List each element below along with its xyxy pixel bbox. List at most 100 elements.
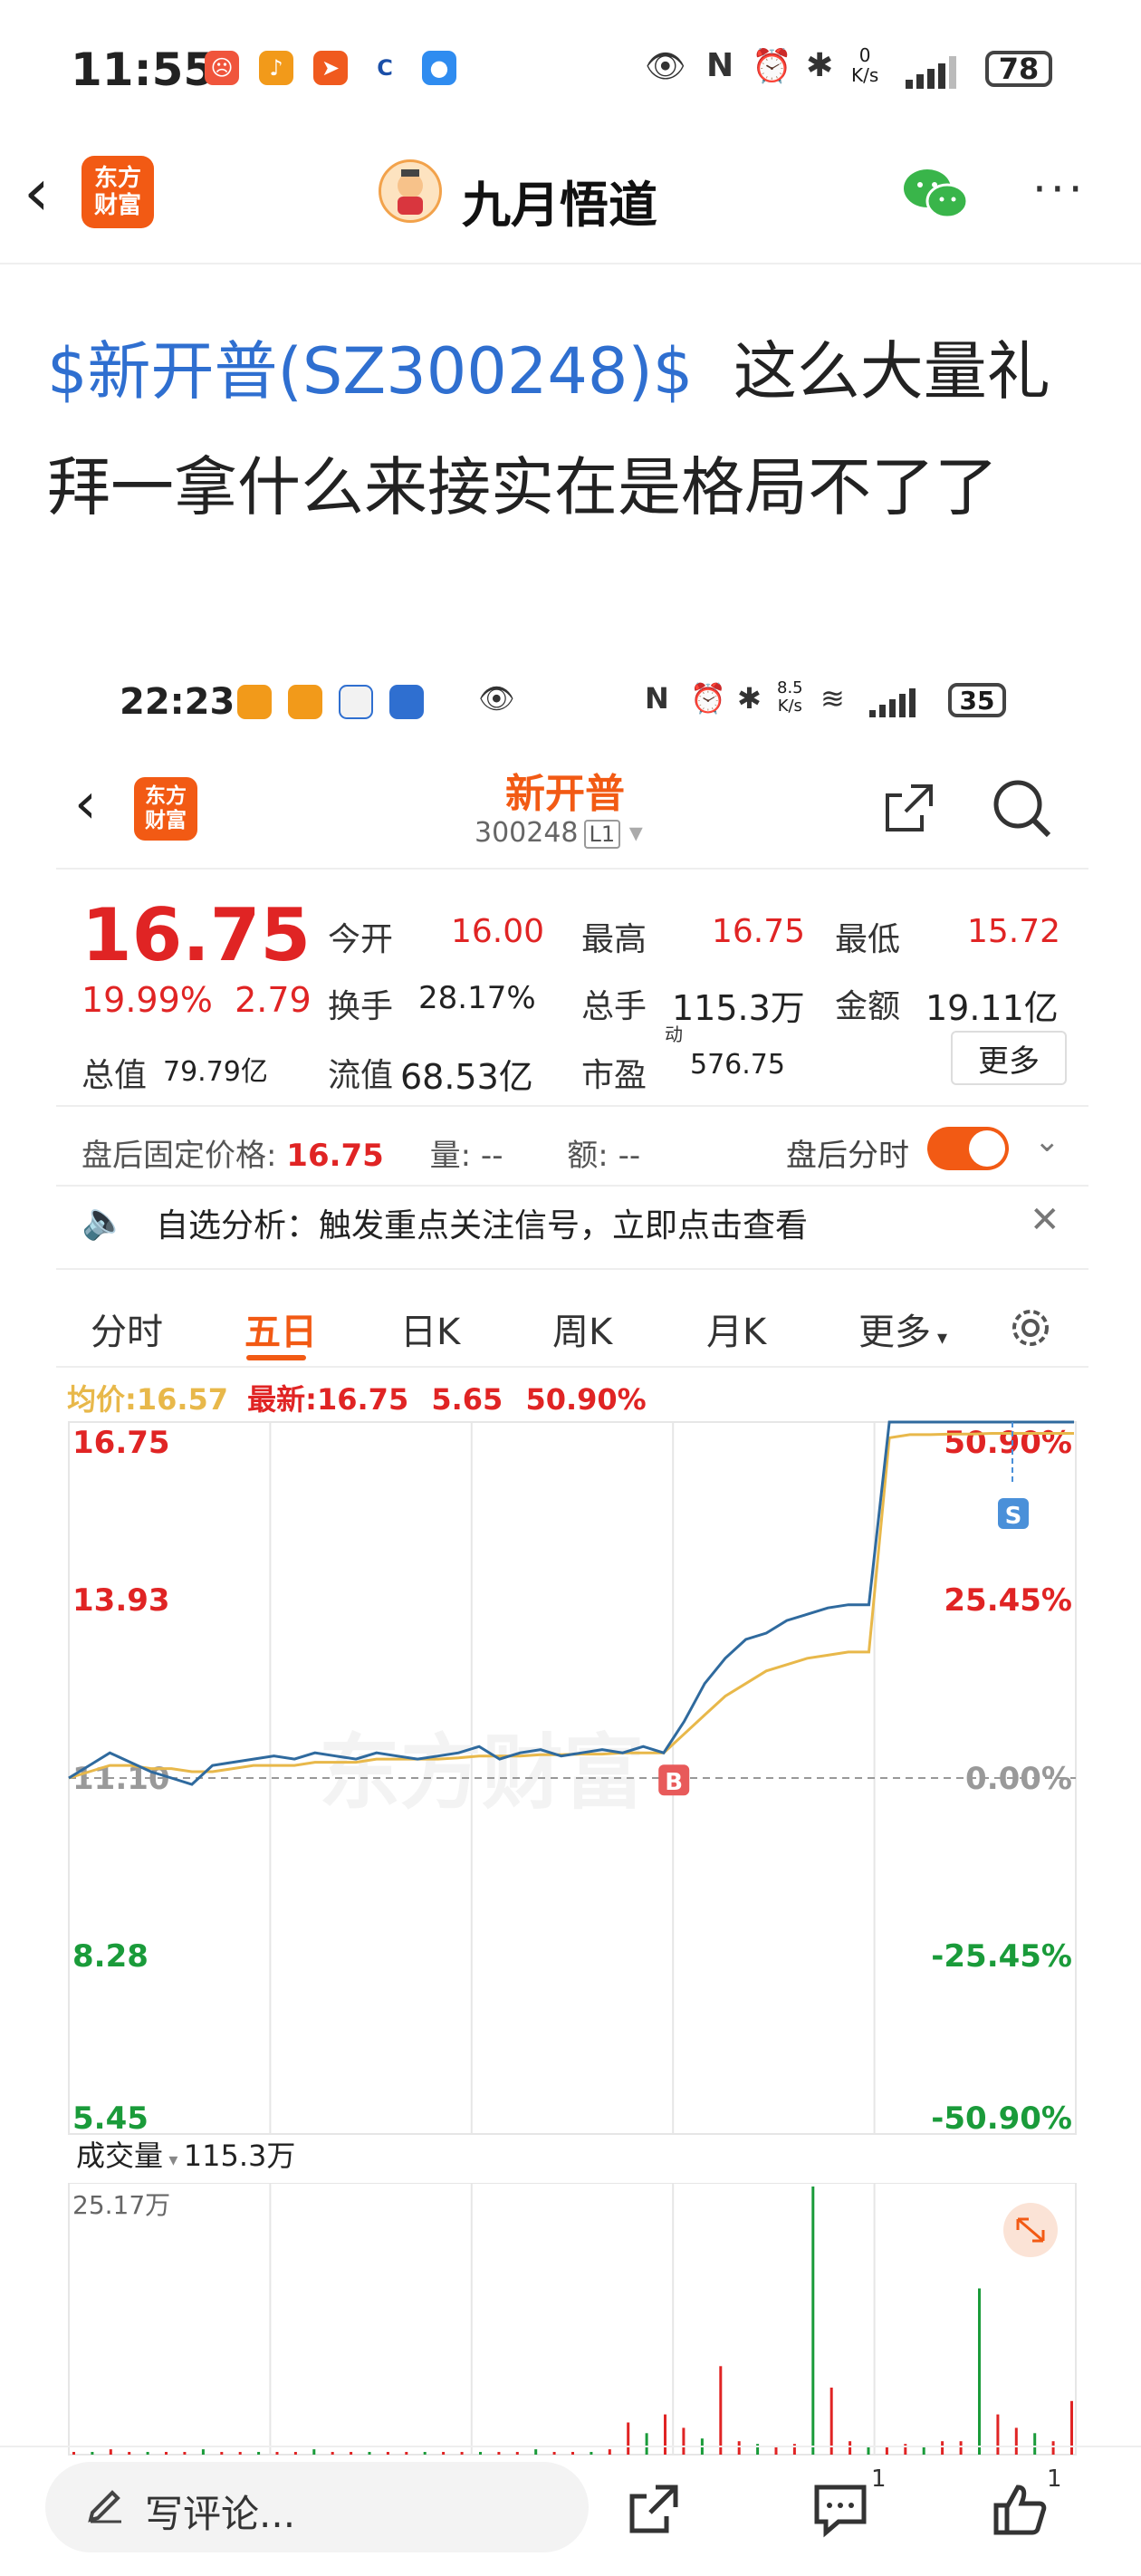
change-amount: 2.79 xyxy=(235,980,312,1020)
volume-bar xyxy=(885,2446,888,2455)
comment-icon[interactable] xyxy=(811,2480,869,2538)
volume-bar xyxy=(109,2449,112,2455)
divider xyxy=(56,868,1088,870)
volume-bar xyxy=(978,2288,981,2455)
quote-label: 金额 xyxy=(835,988,901,1025)
divider xyxy=(56,1185,1088,1187)
wifi-icon: ≋ xyxy=(820,681,845,716)
back-button[interactable]: ‹ xyxy=(74,770,97,836)
alert-banner[interactable]: 自选分析：触发重点关注信号，立即点击查看 xyxy=(156,1199,808,1246)
quote-value: 79.79亿 xyxy=(163,1056,268,1088)
volume-bar xyxy=(941,2441,944,2455)
more-quote-button[interactable]: 更多 xyxy=(951,1031,1067,1085)
volume-bar xyxy=(552,2452,556,2455)
volume-bar xyxy=(331,2452,334,2455)
stock-code[interactable]: 300248 L1 ▾ xyxy=(475,817,643,849)
status-time: 11:55 xyxy=(71,43,216,96)
more-options-icon[interactable]: ··· xyxy=(1032,163,1087,216)
price-chart[interactable]: 东方财富16.75 50.90%13.93 25.45%11.10 0.00%8.28… xyxy=(56,1420,1088,2136)
volume-bar xyxy=(275,2452,279,2455)
app-logo[interactable]: 东方 财富 xyxy=(134,777,197,841)
stock-tag-link[interactable]: $新开普(SZ300248)$ xyxy=(47,334,693,409)
current-price: 16.75 xyxy=(82,893,312,977)
after-hours-label: 盘后固定价格: xyxy=(82,1138,277,1174)
volume-bar xyxy=(1051,2441,1055,2455)
quote-value: 68.53亿 xyxy=(400,1057,533,1097)
y-tick-label-pct: 0.00% xyxy=(965,1761,1072,1797)
quote-label: 最低 xyxy=(835,921,901,958)
volume-bar xyxy=(571,2452,574,2455)
nfc-icon: N xyxy=(645,681,669,716)
volume-bar xyxy=(293,2452,297,2455)
volume-header[interactable]: 成交量 ▾ 115.3万 xyxy=(76,2133,295,2175)
app-notification-icon: ➤ xyxy=(313,51,348,85)
volume-total: 115.3万 xyxy=(183,2139,296,2173)
chevron-down-icon: ▾ xyxy=(628,817,643,849)
like-icon[interactable] xyxy=(991,2480,1049,2538)
after-hours-toggle-label: 盘后分时 xyxy=(786,1138,909,1174)
volume-frame xyxy=(68,2183,1077,2456)
volume-label: 量: xyxy=(429,1138,472,1174)
chevron-down-icon[interactable]: ⌄ xyxy=(1034,1123,1060,1159)
volume-bar xyxy=(128,2452,131,2455)
volume-bar xyxy=(165,2452,168,2455)
y-tick-label-pct: -25.45% xyxy=(931,1938,1072,1975)
tab-more[interactable]: 更多 ▾ xyxy=(858,1302,947,1355)
y-tick-label-pct: 25.45% xyxy=(944,1582,1072,1619)
tab-monthly-k[interactable]: 月K xyxy=(706,1302,766,1355)
wechat-share-icon[interactable] xyxy=(902,167,969,221)
volume-bar xyxy=(460,2452,464,2455)
volume-bar xyxy=(534,2449,538,2455)
tab-weekly-k[interactable]: 周K xyxy=(552,1302,612,1355)
close-icon[interactable]: ✕ xyxy=(1030,1199,1060,1241)
quote-label: 市盈 xyxy=(581,1057,647,1094)
quote-value: 19.11亿 xyxy=(925,988,1059,1028)
comment-input[interactable] xyxy=(45,2462,589,2552)
volume-bar xyxy=(737,2441,741,2455)
share-icon[interactable] xyxy=(625,2480,683,2538)
after-hours-toggle[interactable] xyxy=(927,1127,1009,1170)
app-notification-icon xyxy=(237,685,272,719)
latest-change: 5.65 xyxy=(431,1382,503,1417)
gear-icon[interactable] xyxy=(1005,1302,1056,1353)
speaker-icon: 🔈 xyxy=(82,1200,127,1242)
embedded-screenshot[interactable]: 22:23 👁 N ⏰ ✱ 8.5 K/s ≋ 35 ‹ 东方 财富 新开普 3… xyxy=(56,652,1088,2464)
volume-bar xyxy=(146,2452,149,2455)
comment-placeholder: 写评论... xyxy=(145,2492,296,2536)
quote-label: 最高 xyxy=(581,921,647,958)
app-notification-icon: C xyxy=(368,51,402,85)
signal-icon xyxy=(906,56,956,89)
pencil-icon xyxy=(88,2490,121,2523)
tab-five-day[interactable]: 五日 xyxy=(244,1302,317,1355)
volume-bar xyxy=(829,2388,833,2455)
volume-title: 成交量 xyxy=(76,2139,164,2173)
comment-count: 1 xyxy=(871,2465,887,2493)
after-hours-price: 16.75 xyxy=(286,1138,384,1174)
nfc-icon: N xyxy=(706,47,734,84)
network-speed: 0 K/s xyxy=(851,44,879,86)
y-tick-label-pct: -50.90% xyxy=(931,2100,1072,2136)
volume-bar xyxy=(959,2441,963,2455)
volume-chart[interactable]: 25.17万 xyxy=(56,2183,1088,2464)
volume-bar xyxy=(386,2452,389,2455)
divider xyxy=(56,1105,1088,1107)
search-icon[interactable] xyxy=(989,775,1054,841)
avatar[interactable] xyxy=(379,159,442,223)
message-app-icon: ● xyxy=(422,51,456,85)
chart-legend: 均价:16.57 最新:16.75 5.65 50.90% xyxy=(67,1377,647,1418)
amount-value: -- xyxy=(618,1138,641,1174)
app-notification-icon xyxy=(288,685,322,719)
volume-value: -- xyxy=(480,1138,503,1174)
volume-bar xyxy=(479,2452,482,2455)
tab-intraday[interactable]: 分时 xyxy=(91,1302,163,1355)
volume-bar xyxy=(257,2452,261,2455)
volume-bar xyxy=(423,2452,427,2455)
app-logo[interactable]: 东方 财富 xyxy=(82,156,154,228)
volume-bar xyxy=(1014,2427,1018,2455)
tab-daily-k[interactable]: 日K xyxy=(400,1302,460,1355)
volume-bar xyxy=(72,2452,75,2455)
share-icon[interactable] xyxy=(880,779,938,837)
volume-bar xyxy=(645,2433,648,2455)
volume-bar xyxy=(183,2452,187,2455)
back-button[interactable]: ‹ xyxy=(24,159,50,225)
